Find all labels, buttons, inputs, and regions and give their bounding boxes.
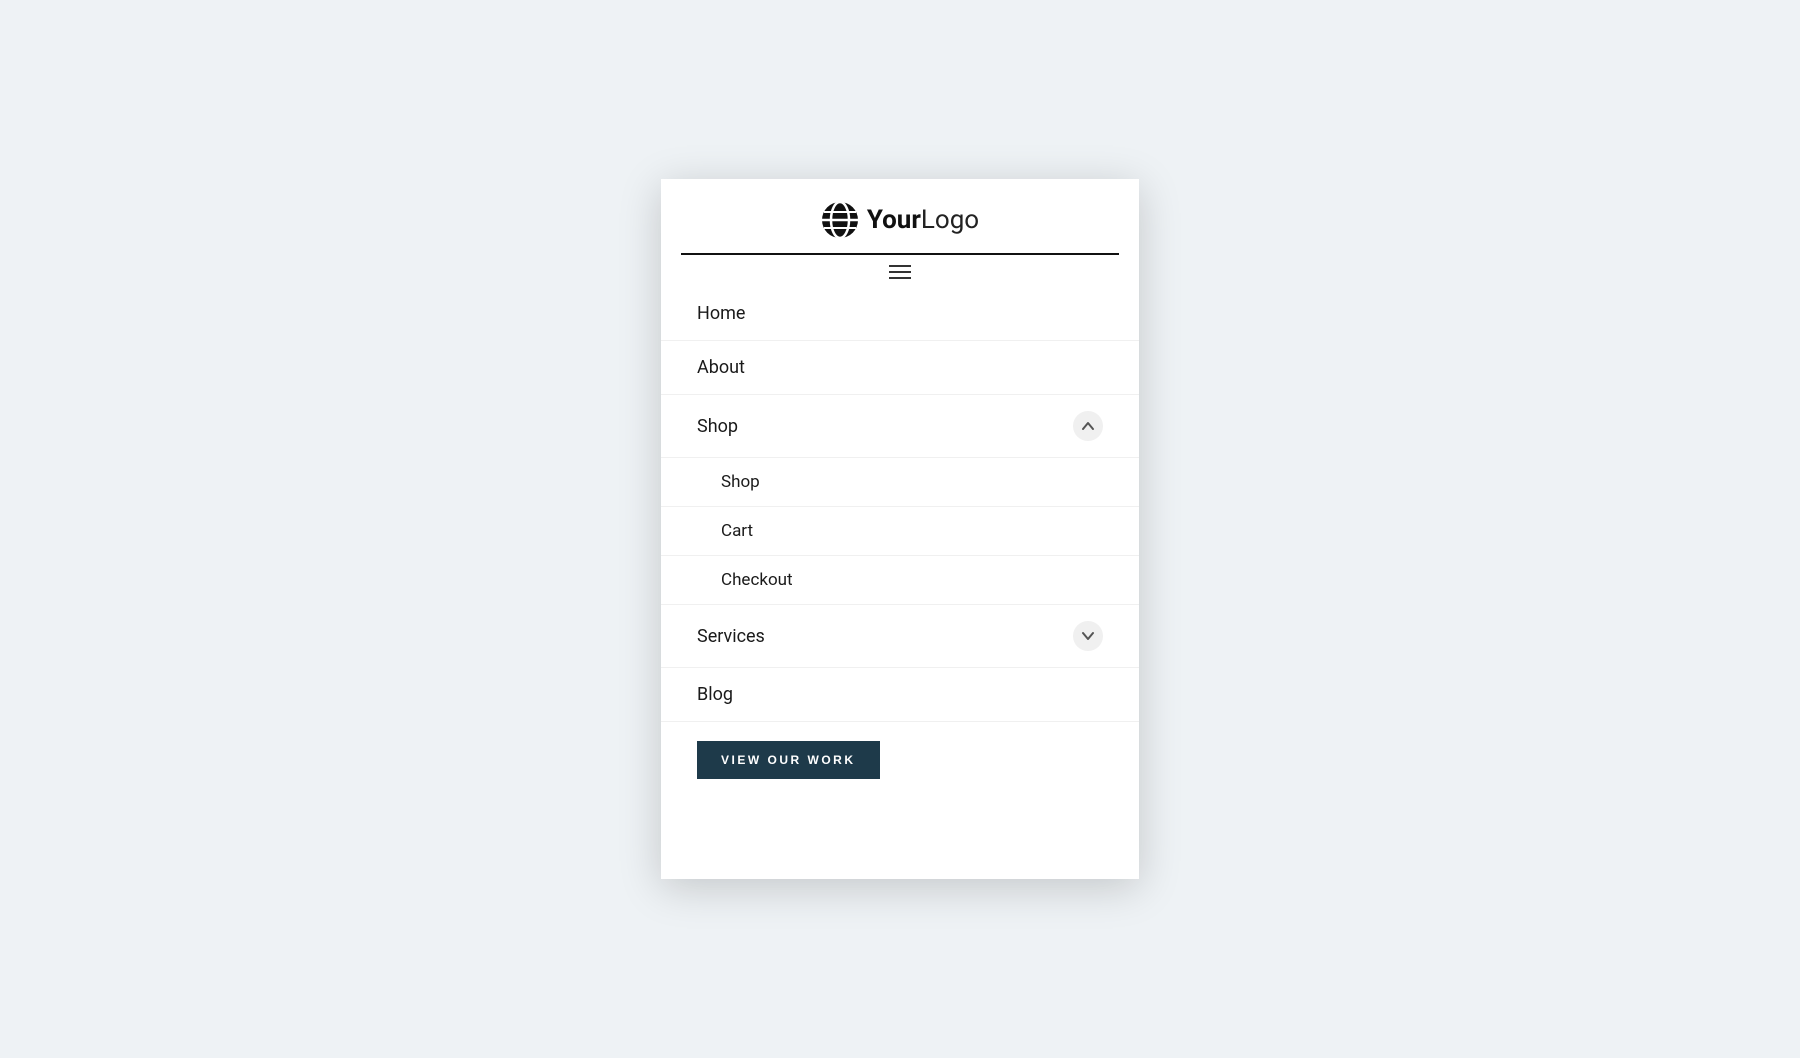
hamburger-bar <box>681 253 1119 287</box>
nav-label-home: Home <box>697 303 745 324</box>
logo-icon <box>821 201 859 239</box>
nav-label-about: About <box>697 357 745 378</box>
header: YourLogo <box>661 179 1139 287</box>
nav-label-checkout: Checkout <box>721 570 793 590</box>
chevron-down-icon <box>1081 629 1095 643</box>
cta-button[interactable]: VIEW OUR WORK <box>697 741 880 779</box>
logo-text: YourLogo <box>867 205 979 235</box>
nav-label-shop: Shop <box>697 416 738 437</box>
shop-toggle-button[interactable] <box>1073 411 1103 441</box>
nav-label-shop-sub: Shop <box>721 472 760 492</box>
services-toggle-button[interactable] <box>1073 621 1103 651</box>
nav-item-services[interactable]: Services <box>661 605 1139 668</box>
nav-label-blog: Blog <box>697 684 733 705</box>
hamburger-icon[interactable] <box>889 265 911 279</box>
nav-item-checkout[interactable]: Checkout <box>661 556 1139 605</box>
nav-label-services: Services <box>697 626 765 647</box>
nav-label-cart: Cart <box>721 521 753 541</box>
chevron-up-icon <box>1081 419 1095 433</box>
logo-area: YourLogo <box>821 201 979 239</box>
nav-item-shop-sub[interactable]: Shop <box>661 458 1139 507</box>
nav-item-home[interactable]: Home <box>661 287 1139 341</box>
nav-item-shop[interactable]: Shop <box>661 395 1139 458</box>
phone-frame: YourLogo Home About Shop <box>661 179 1139 879</box>
nav-item-about[interactable]: About <box>661 341 1139 395</box>
nav-item-cart[interactable]: Cart <box>661 507 1139 556</box>
logo-bold: Your <box>867 205 921 235</box>
nav-item-blog[interactable]: Blog <box>661 668 1139 722</box>
nav-menu: Home About Shop Shop Cart Checkout <box>661 287 1139 879</box>
logo-light: Logo <box>921 205 979 235</box>
